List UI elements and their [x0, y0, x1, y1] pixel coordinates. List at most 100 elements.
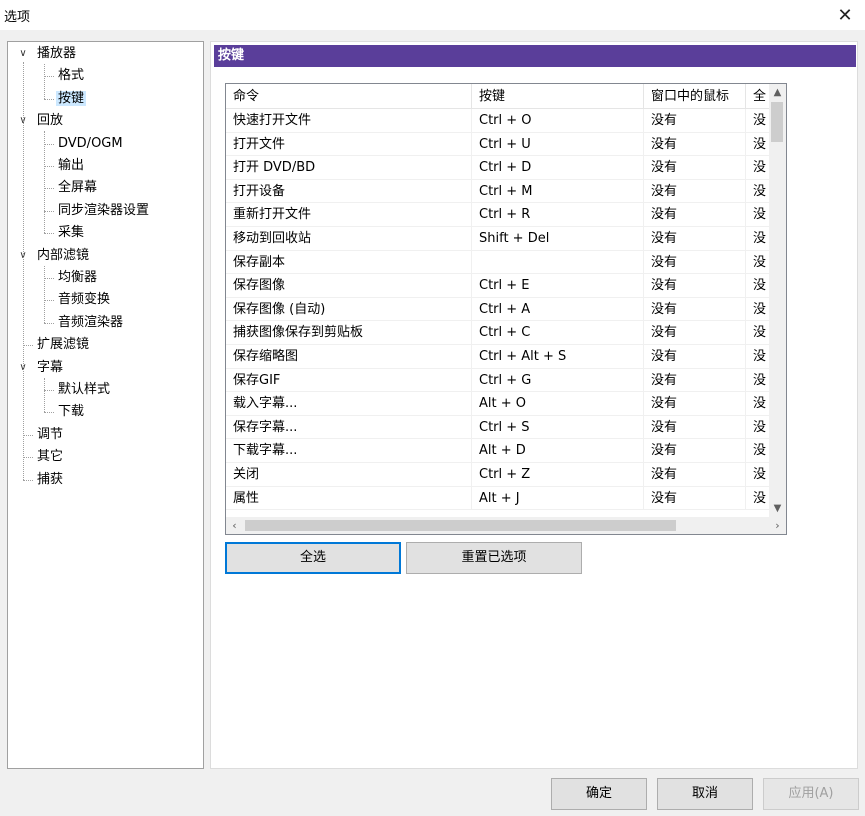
table-cell: 没有 [644, 227, 746, 250]
window-title: 选项 [4, 10, 31, 25]
key-bindings-table[interactable]: 命令 按键 窗口中的鼠标全 快速打开文件 Ctrl + O 没有没打开文件 Ctrl + … [225, 83, 787, 535]
tree-connector [44, 390, 54, 391]
table-row[interactable]: 保存字幕... Ctrl + S 没有没 [226, 415, 771, 440]
tree-item[interactable]: 捕获 [35, 470, 65, 490]
table-header: 命令 按键 窗口中的鼠标全 [226, 84, 786, 109]
tree-item[interactable]: 字幕 [35, 358, 65, 378]
table-row[interactable]: 快速打开文件 Ctrl + O 没有没 [226, 109, 771, 133]
table-cell: 保存缩略图 [226, 345, 472, 368]
tree-item[interactable]: 内部滤镜 [35, 246, 91, 266]
tree-connector [44, 98, 54, 100]
table-cell: 没 [746, 133, 771, 156]
tree-item[interactable]: 默认样式 [56, 380, 112, 400]
table-cell: Alt + J [472, 486, 644, 510]
tree-connector [44, 188, 54, 190]
tree-item[interactable]: 音频渲染器 [56, 313, 125, 333]
chevron-down-icon[interactable]: ∨ [16, 44, 30, 64]
table-cell: 没有 [644, 179, 746, 203]
table-cell: 重新打开文件 [226, 203, 472, 227]
tree-item[interactable]: 扩展滤镜 [35, 335, 91, 355]
tree-connector [44, 131, 45, 234]
horizontal-scrollbar[interactable]: ‹ › [226, 517, 786, 534]
tree-item-label: 内部滤镜 [37, 247, 90, 263]
table-cell: Shift + Del [472, 227, 644, 250]
horizontal-scroll-thumb[interactable] [245, 520, 676, 531]
reset-selected-button[interactable]: 重置已选项 [406, 542, 582, 574]
table-row[interactable]: 打开设备 Ctrl + M 没有没 [226, 179, 771, 204]
table-cell [472, 250, 644, 274]
scroll-right-icon[interactable]: › [769, 517, 786, 534]
table-row[interactable]: 打开文件 Ctrl + U 没有没 [226, 132, 771, 157]
table-row[interactable]: 载入字幕... Alt + O 没有没 [226, 392, 771, 416]
table-cell: 没有 [644, 297, 746, 321]
table-row[interactable]: 保存图像 Ctrl + E 没有没 [226, 274, 771, 298]
tree-item[interactable]: 采集 [56, 223, 86, 243]
close-icon: ✕ [837, 4, 853, 26]
tree-item[interactable]: 全屏幕 [56, 178, 99, 198]
table-row[interactable]: 捕获图像保存到剪贴板 Ctrl + C 没有没 [226, 321, 771, 345]
tree-item[interactable]: 音频变换 [56, 290, 112, 310]
close-button[interactable]: ✕ [825, 0, 865, 30]
tree-item-label: 捕获 [37, 471, 64, 487]
cancel-button[interactable]: 取消 [657, 778, 753, 810]
tree-item[interactable]: 播放器 [35, 44, 78, 64]
scroll-up-icon[interactable]: ▲ [769, 84, 786, 101]
table-cell: 打开设备 [226, 179, 472, 203]
tree-item[interactable]: 调节 [35, 425, 65, 445]
tree-connector [23, 479, 33, 481]
ok-button[interactable]: 确定 [551, 778, 647, 810]
tree-item-label: 播放器 [37, 46, 77, 61]
column-header[interactable]: 窗口中的鼠标 [644, 84, 746, 109]
table-row[interactable]: 保存图像 (自动) Ctrl + A 没有没 [226, 297, 771, 322]
tree-item[interactable]: 下载 [56, 402, 86, 422]
table-row[interactable]: 关闭 Ctrl + Z 没有没 [226, 463, 771, 487]
table-row[interactable]: 打开 DVD/BD Ctrl + D 没有没 [226, 156, 771, 180]
table-cell: Ctrl + M [472, 179, 644, 203]
tree-connector [44, 64, 45, 99]
scroll-left-icon[interactable]: ‹ [226, 517, 243, 534]
table-cell: 没 [746, 180, 771, 203]
table-row[interactable]: 属性 Alt + J 没有没 [226, 486, 771, 511]
tree-connector [23, 62, 24, 480]
tree-item[interactable]: 按键 [56, 89, 87, 109]
tree-item[interactable]: 格式 [56, 66, 86, 86]
table-cell: 没有 [644, 463, 746, 486]
table-cell: Ctrl + O [472, 109, 644, 132]
table-body: 快速打开文件 Ctrl + O 没有没打开文件 Ctrl + U 没有没打开 DVD/B… [226, 109, 771, 515]
tree-item[interactable]: 其它 [35, 447, 65, 467]
tree-connector [44, 76, 54, 78]
tree-connector [44, 377, 45, 413]
tree-connector [44, 412, 54, 414]
table-cell: 没 [746, 345, 771, 368]
table-row[interactable]: 保存缩略图 Ctrl + Alt + S 没有没 [226, 345, 771, 369]
table-cell: 保存GIF [226, 368, 472, 392]
table-cell: 保存图像 [226, 274, 472, 298]
apply-button[interactable]: 应用(A) [763, 778, 859, 810]
table-cell: Ctrl + D [472, 156, 644, 180]
tree-connector [44, 233, 54, 235]
select-all-button[interactable]: 全选 [225, 542, 401, 574]
table-row[interactable]: 保存GIF Ctrl + G 没有没 [226, 368, 771, 393]
tree-connector [23, 345, 33, 347]
table-cell: 没 [746, 298, 771, 321]
tree-item[interactable]: DVD/OGM [56, 134, 125, 154]
tree-connector [44, 278, 54, 279]
scroll-down-icon[interactable]: ▼ [769, 500, 786, 517]
tree-item[interactable]: 均衡器 [56, 268, 99, 288]
column-header[interactable]: 按键 [472, 84, 644, 109]
tree-item[interactable]: 输出 [56, 156, 86, 176]
options-tree[interactable]: 播放器 ∨ 格式 按键 回放 ∨ DVD/OGM 输出 全屏幕 同步渲染器设置 采集 内部滤镜 ∨ 均衡器… [7, 41, 204, 769]
table-row[interactable]: 重新打开文件 Ctrl + R 没有没 [226, 203, 771, 227]
table-row[interactable]: 下载字幕... Alt + D 没有没 [226, 439, 771, 463]
table-cell: 保存图像 (自动) [226, 297, 472, 321]
vertical-scrollbar[interactable]: ▲ ▼ [769, 84, 786, 517]
tree-item[interactable]: 同步渲染器设置 [56, 201, 151, 221]
tree-item[interactable]: 回放 [35, 111, 65, 131]
table-cell: 没有 [644, 132, 746, 156]
column-header[interactable]: 命令 [226, 84, 472, 109]
table-row[interactable]: 移动到回收站 Shift + Del 没有没 [226, 227, 771, 251]
tree-item-label: 输出 [58, 158, 85, 173]
table-row[interactable]: 保存副本 没有没 [226, 250, 771, 275]
tree-item-label: 按键 [56, 90, 87, 106]
vertical-scroll-thumb[interactable] [771, 102, 783, 142]
